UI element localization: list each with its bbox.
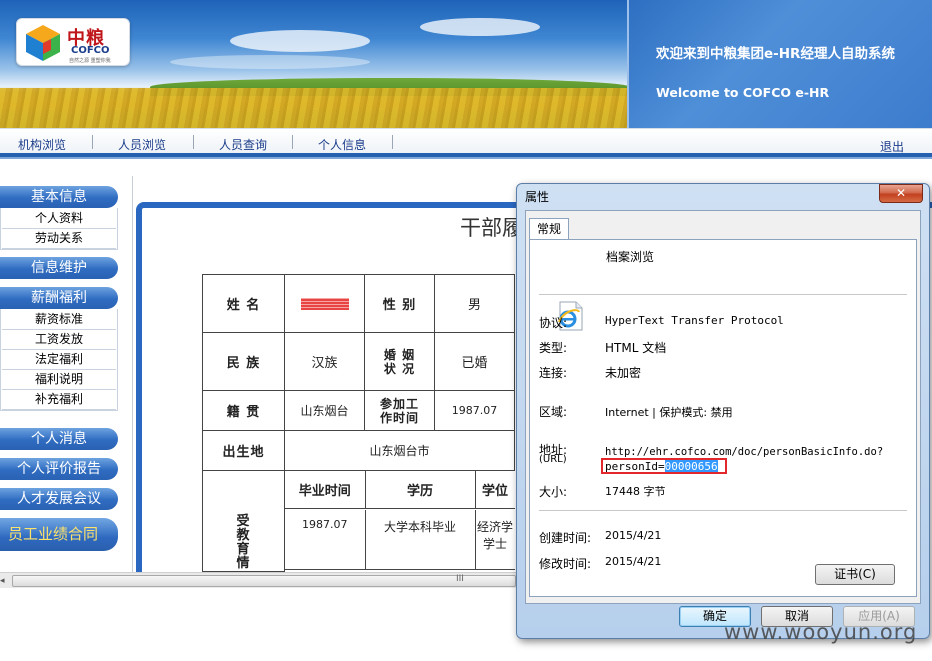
label-work-start: 参加工 作时间 (364, 390, 435, 431)
cloud-shape (230, 30, 370, 52)
banner-welcome-panel (627, 0, 932, 128)
nav-separator (392, 135, 393, 149)
properties-dialog: 属性 ✕ 常规 档案浏览 协议: HyperText Transfer Prot… (516, 183, 930, 639)
label-birthplace: 出生地 (202, 430, 285, 471)
value-gender: 男 (434, 274, 515, 333)
sidebar-section-talent-meeting[interactable]: 人才发展会议 (0, 488, 118, 510)
education-subheader: 毕业时间 学历 学位 (285, 471, 515, 510)
sidebar-section-basic-info[interactable]: 基本信息 (0, 186, 118, 208)
sidebar-item-payroll[interactable]: 工资发放 (2, 330, 116, 350)
file-name: 档案浏览 (606, 250, 655, 264)
label-modified: 修改时间: (539, 557, 592, 571)
sidebar-section-info-maintain[interactable]: 信息维护 (0, 257, 118, 279)
welcome-title-en: Welcome to COFCO e-HR (656, 85, 830, 100)
value-grad-time: 1987.07 (285, 509, 366, 570)
value-work-start: 1987.07 (434, 390, 515, 431)
sidebar-section-evaluation[interactable]: 个人评价报告 (0, 458, 118, 480)
tab-general[interactable]: 常规 (529, 218, 569, 240)
label-degree: 学位 (474, 471, 515, 510)
value-degree: 经济学学士 (474, 509, 515, 570)
value-birthplace: 山东烟台市 (284, 430, 515, 471)
horizontal-scrollbar[interactable]: ◂ III (0, 572, 516, 588)
scroll-left-arrow-icon[interactable]: ◂ (0, 576, 5, 586)
logo-tagline: 自然之源 重塑你我 (69, 58, 111, 64)
cofco-logo[interactable]: 中粮 COFCO 自然之源 重塑你我 (16, 18, 130, 66)
label-zone: 区域: (539, 405, 568, 419)
nav-separator (92, 135, 93, 149)
nav-separator (292, 135, 293, 149)
sidebar-item-statutory-welfare[interactable]: 法定福利 (2, 350, 116, 370)
label-size: 大小: (539, 485, 568, 499)
top-nav: 机构浏览 人员浏览 人员查询 个人信息 退出 (0, 128, 932, 154)
value-ethnicity: 汉族 (284, 332, 365, 391)
logo-cube-icon (26, 25, 60, 61)
label-native-place: 籍 贯 (202, 390, 285, 431)
label-gender: 性 别 (364, 274, 435, 333)
label-marriage: 婚 姻 状 况 (364, 332, 435, 391)
cloud-shape (420, 18, 540, 36)
value-edu-level: 大学本科毕业 (364, 509, 476, 570)
label-grad-time: 毕业时间 (285, 471, 366, 510)
sidebar-item-welfare-desc[interactable]: 福利说明 (2, 370, 116, 390)
value-address-line1[interactable]: http://ehr.cofco.com/doc/personBasicInfo… (605, 446, 883, 458)
redaction-mark (300, 297, 349, 310)
label-created: 创建时间: (539, 531, 592, 545)
dialog-title: 属性 (525, 190, 550, 204)
scrollbar-grip: III (456, 574, 464, 584)
dialog-close-button[interactable]: ✕ (879, 184, 923, 203)
label-ethnicity: 民 族 (202, 332, 285, 391)
education-table-row: 1987.07 大学本科毕业 经济学学士 (285, 509, 515, 570)
label-protocol: 协议: (539, 316, 568, 330)
separator (539, 294, 907, 295)
label-connection: 连接: (539, 366, 568, 380)
welcome-title-cn: 欢迎来到中粮集团e-HR经理人自助系统 (656, 46, 895, 62)
nav-person-query[interactable]: 人员查询 (219, 136, 267, 153)
sidebar-item-salary-standard[interactable]: 薪资标准 (2, 310, 116, 330)
value-name-redacted (284, 274, 365, 333)
label-edu-level: 学历 (364, 471, 476, 510)
scrollbar-thumb[interactable] (12, 575, 516, 587)
label-education: 受 教 育 情 (202, 470, 285, 572)
header-banner: 中粮 COFCO 自然之源 重塑你我 欢迎来到中粮集团e-HR经理人自助系统 W… (0, 0, 932, 128)
separator (539, 510, 907, 511)
education-table-head: 毕业时间 学历 学位 (285, 471, 515, 510)
nav-personal-info[interactable]: 个人信息 (318, 136, 366, 153)
nav-org-browse[interactable]: 机构浏览 (18, 136, 66, 153)
sidebar-item-personal-profile[interactable]: 个人资料 (2, 209, 116, 229)
cadre-info-table: 姓 名 性 别 男 民 族 汉族 婚 姻 状 况 已婚 籍 贯 山东烟台 参加工… (202, 274, 515, 572)
logo-text-en: COFCO (71, 45, 110, 56)
cloud-shape (170, 55, 370, 69)
watermark: www.wooyun.org (724, 620, 918, 644)
screen: 中粮 COFCO 自然之源 重塑你我 欢迎来到中粮集团e-HR经理人自助系统 W… (0, 0, 932, 661)
label-type: 类型: (539, 341, 568, 355)
nav-person-browse[interactable]: 人员浏览 (118, 136, 166, 153)
sidebar-item-labor-relation[interactable]: 劳动关系 (2, 229, 116, 249)
value-zone: Internet | 保护模式: 禁用 (605, 406, 733, 419)
nav-underline-light (0, 157, 932, 159)
value-created: 2015/4/21 (605, 529, 662, 542)
label-name: 姓 名 (202, 274, 285, 333)
label-address-url: (URL) (539, 454, 567, 465)
sidebar-item-extra-welfare[interactable]: 补充福利 (2, 390, 116, 410)
sidebar-performance-contract[interactable]: 员工业绩合同 (0, 518, 118, 551)
certificate-button[interactable]: 证书(C) (815, 564, 895, 585)
sidebar-section-messages[interactable]: 个人消息 (0, 428, 118, 450)
education-row: 1987.07 大学本科毕业 经济学学士 (285, 509, 515, 572)
nav-separator (193, 135, 194, 149)
highlight-box (601, 458, 727, 474)
value-size: 17448 字节 (605, 485, 666, 498)
value-native-place: 山东烟台 (284, 390, 365, 431)
value-modified: 2015/4/21 (605, 555, 662, 568)
value-type: HTML 文档 (605, 341, 667, 355)
document-title: 干部履 (460, 216, 523, 240)
sidebar-section-compensation[interactable]: 薪酬福利 (0, 287, 118, 309)
value-marriage: 已婚 (434, 332, 515, 391)
banner-wheat-field (0, 88, 627, 128)
value-connection: 未加密 (605, 366, 642, 380)
value-protocol: HyperText Transfer Protocol (605, 314, 784, 327)
